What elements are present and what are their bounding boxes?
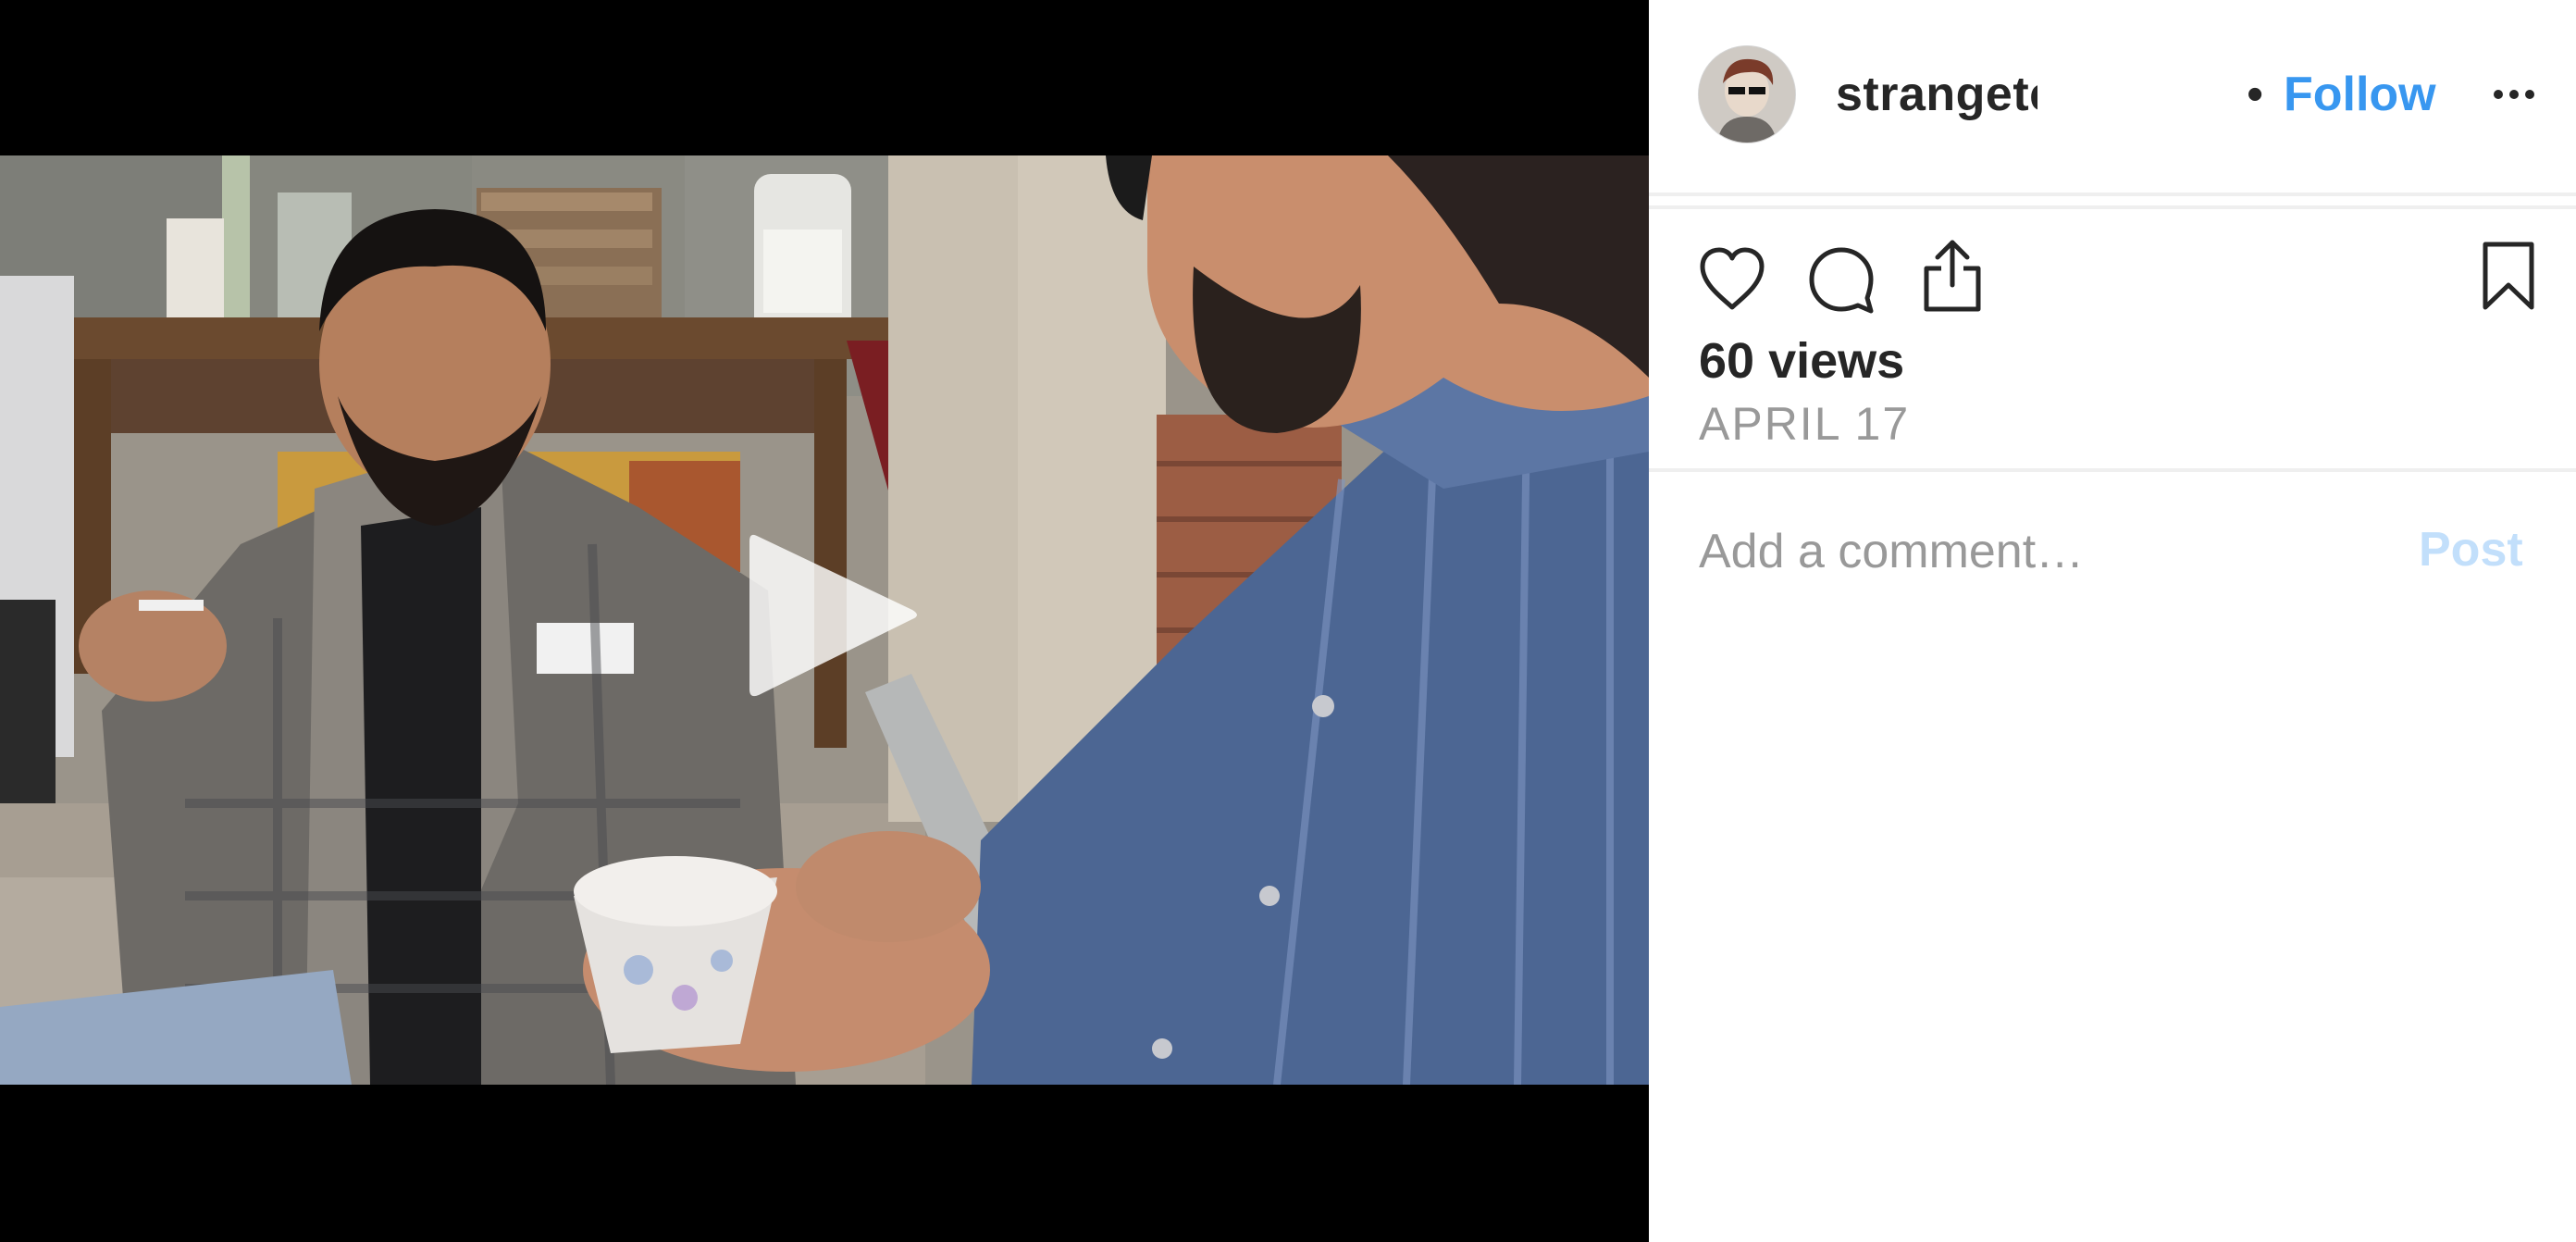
action-bar xyxy=(1649,240,2576,318)
post-header: strangeteachings • Follow xyxy=(1649,0,2576,194)
video-player[interactable] xyxy=(0,0,1649,1242)
divider xyxy=(1649,205,2576,209)
post-date: APRIL 17 xyxy=(1699,398,1911,450)
comment-bubble-icon[interactable] xyxy=(1806,244,1876,315)
avatar[interactable] xyxy=(1699,46,1795,143)
follow-button[interactable]: Follow xyxy=(2284,65,2436,124)
view-count[interactable]: 60 views xyxy=(1699,331,1904,391)
share-upload-icon[interactable] xyxy=(1917,237,1988,312)
post-comment-button[interactable]: Post xyxy=(2419,520,2523,579)
post-side-panel: strangeteachings • Follow xyxy=(1649,0,2576,1242)
instagram-post-view: strangeteachings • Follow xyxy=(0,0,2576,1242)
avatar-image xyxy=(1699,46,1795,143)
divider xyxy=(1649,193,2576,196)
bookmark-icon[interactable] xyxy=(2476,239,2541,313)
separator-dot: • xyxy=(2247,68,2264,121)
heart-icon[interactable] xyxy=(1697,244,1767,315)
play-icon xyxy=(749,534,917,697)
comment-input[interactable] xyxy=(1699,518,2402,585)
more-horizontal-icon[interactable] xyxy=(2491,83,2537,106)
play-button[interactable] xyxy=(731,523,925,708)
username-link[interactable]: strangeteachings xyxy=(1836,65,2037,124)
divider xyxy=(1649,468,2576,472)
